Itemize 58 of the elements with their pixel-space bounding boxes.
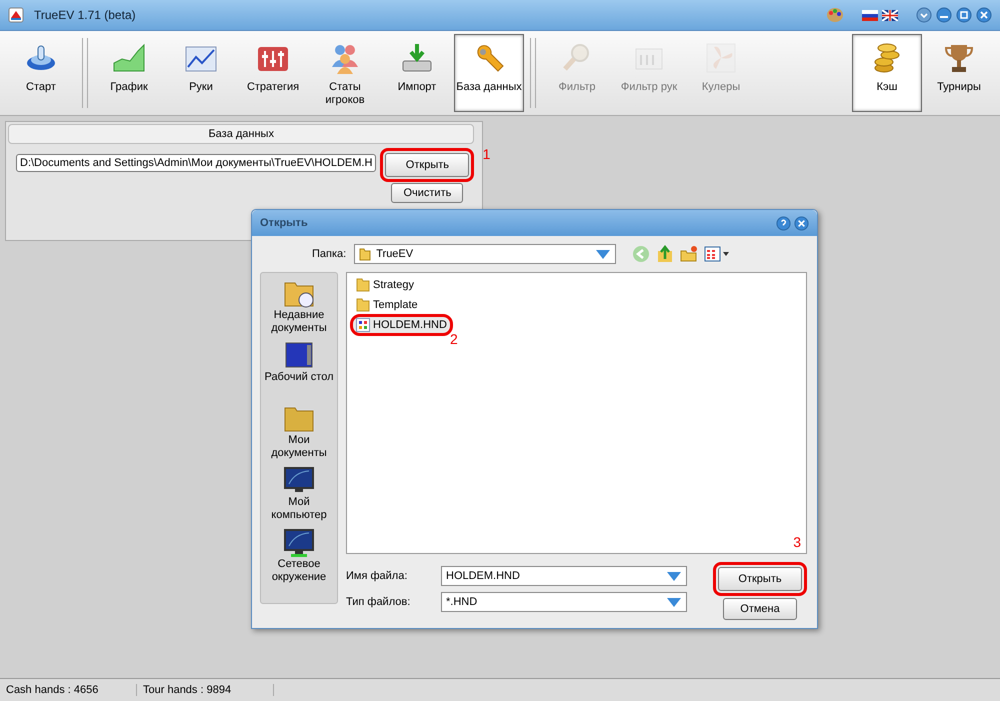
- file-item[interactable]: Strategy: [350, 274, 420, 296]
- step-number: 1: [482, 146, 490, 162]
- folder-icon: [356, 298, 370, 312]
- status-text: Cash hands : 4656: [0, 684, 137, 696]
- help-icon[interactable]: [776, 216, 791, 230]
- toolbar-button[interactable]: Руки: [166, 34, 236, 112]
- close-icon[interactable]: [976, 7, 992, 23]
- toolbar-button[interactable]: Кэш: [852, 34, 922, 112]
- open-button[interactable]: Открыть: [718, 567, 802, 591]
- path-field[interactable]: D:\Documents and Settings\Admin\Мои документы\TrueEV\HOLDEM.H: [16, 154, 376, 172]
- file-item[interactable]: Template: [350, 294, 424, 316]
- toolbar-button[interactable]: Импорт: [382, 34, 452, 112]
- up-folder-icon[interactable]: [656, 245, 674, 263]
- dropdown-arrow-icon: [666, 570, 682, 582]
- toolbar-button[interactable]: База данных: [454, 34, 524, 112]
- places-item[interactable]: Мой компьютер: [261, 466, 337, 522]
- toolbar-button[interactable]: Стратегия: [238, 34, 308, 112]
- file-type-label: Тип файлов:: [346, 596, 412, 608]
- folder-label: Папка:: [312, 248, 346, 260]
- fan-icon: [704, 41, 738, 75]
- cancel-button[interactable]: Отмена: [723, 598, 797, 620]
- toolbar-button[interactable]: Статы игроков: [310, 34, 380, 112]
- file-name-label: Имя файла:: [346, 570, 408, 582]
- dropdown-arrow-icon: [595, 248, 612, 260]
- palette-icon[interactable]: [826, 7, 844, 23]
- places-item[interactable]: Недавние документы: [261, 279, 337, 335]
- open-button[interactable]: Открыть: [385, 153, 470, 177]
- status-text: Tour hands : 9894: [137, 684, 274, 696]
- russian-flag-icon[interactable]: [862, 10, 878, 20]
- panel-header: База данных: [8, 124, 474, 144]
- folder-icon: [359, 247, 372, 261]
- view-menu-icon[interactable]: [704, 246, 730, 262]
- app-logo-icon: [8, 7, 24, 23]
- new-folder-icon[interactable]: [680, 245, 698, 263]
- clear-button[interactable]: Очистить: [391, 183, 464, 203]
- step-number: 3: [793, 534, 801, 550]
- minimize-tray-icon[interactable]: [916, 7, 932, 23]
- maximize-icon[interactable]: [956, 7, 972, 23]
- close-icon[interactable]: [794, 216, 809, 230]
- minimize-icon[interactable]: [936, 7, 952, 23]
- british-flag-icon[interactable]: [882, 10, 898, 20]
- folder-icon: [356, 278, 370, 292]
- dropdown-arrow-icon: [666, 596, 682, 608]
- dialog-title: Открыть: [260, 217, 308, 229]
- network-monitor-icon: [283, 528, 315, 558]
- window-title: TrueEV 1.71 (beta): [34, 8, 136, 22]
- places-item[interactable]: Мои документы: [261, 404, 337, 460]
- places-item[interactable]: Рабочий стол: [261, 341, 337, 384]
- toolbar-button[interactable]: Турниры: [924, 34, 994, 112]
- folder-dropdown[interactable]: TrueEV: [354, 244, 616, 264]
- toolbar-button[interactable]: График: [94, 34, 164, 112]
- file-item[interactable]: HOLDEM.HND: [350, 314, 453, 336]
- file-name-field[interactable]: HOLDEM.HND: [441, 566, 687, 586]
- step-number: 2: [450, 331, 458, 347]
- file-icon: [356, 318, 370, 332]
- toolbar-button[interactable]: Старт: [6, 34, 76, 112]
- places-item[interactable]: Сетевое окружение: [261, 528, 337, 584]
- file-type-dropdown[interactable]: *.HND: [441, 592, 687, 612]
